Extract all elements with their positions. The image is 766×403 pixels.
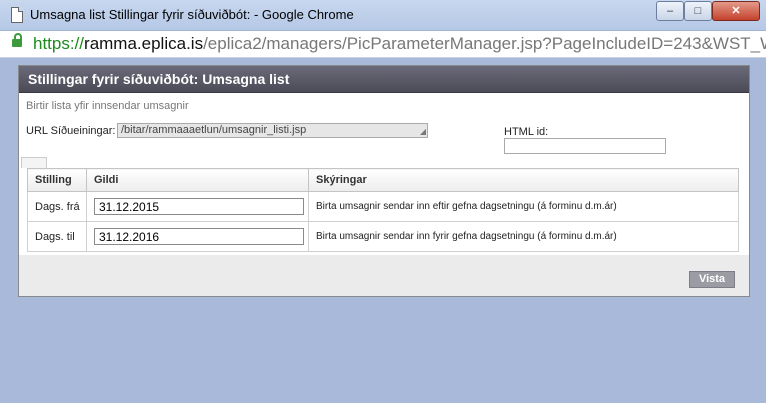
setting-value-cell (86, 221, 309, 252)
column-header-value: Gildi (86, 168, 309, 192)
url-text[interactable]: https://ramma.eplica.is/eplica2/managers… (33, 34, 766, 54)
maximize-button[interactable]: □ (684, 1, 712, 21)
dialog-header: Stillingar fyrir síðuviðbót: Umsagna lis… (19, 66, 749, 93)
settings-dialog: Stillingar fyrir síðuviðbót: Umsagna lis… (18, 65, 750, 297)
date-to-input[interactable] (94, 228, 304, 245)
column-header-setting: Stilling (27, 168, 87, 192)
setting-explanation: Birta umsagnir sendar inn fyrir gefna da… (308, 221, 739, 252)
setting-name: Dags. frá (27, 191, 87, 222)
minimize-button[interactable]: – (656, 1, 684, 21)
column-header-explanation: Skýringar (308, 168, 739, 192)
tab-strip (19, 157, 749, 168)
dialog-title: Stillingar fyrir síðuviðbót: Umsagna lis… (28, 71, 290, 87)
table-row: Dags. til Birta umsagnir sendar inn fyri… (27, 221, 739, 252)
setting-value-cell (86, 191, 309, 222)
window-titlebar: Umsagna list Stillingar fyrir síðuviðbót… (0, 0, 766, 31)
url-path: /eplica2/managers/PicParameterManager.js… (203, 34, 766, 53)
url-field[interactable]: /bitar/rammaaaetlun/umsagnir_listi.jsp ◢ (117, 123, 428, 138)
dialog-content: Birtir lista yfir innsendar umsagnir URL… (19, 93, 749, 255)
table-header-row: Stilling Gildi Skýringar (27, 168, 739, 192)
html-id-label: HTML id: (504, 126, 549, 138)
url-label: URL Síðueiningar: (26, 125, 116, 137)
setting-name: Dags. til (27, 221, 87, 252)
address-bar[interactable]: https://ramma.eplica.is/eplica2/managers… (0, 31, 766, 58)
page-icon (11, 7, 23, 23)
close-button[interactable]: ✕ (712, 1, 760, 21)
description-text: Birtir lista yfir innsendar umsagnir (26, 100, 189, 112)
html-id-field[interactable] (504, 138, 666, 154)
resize-handle-icon[interactable]: ◢ (420, 128, 426, 136)
setting-explanation: Birta umsagnir sendar inn eftir gefna da… (308, 191, 739, 222)
parameters-table: Stilling Gildi Skýringar Dags. frá Birta… (27, 168, 739, 252)
tab-parameters[interactable] (21, 157, 47, 168)
url-scheme: https:// (33, 34, 85, 53)
url-field-value: /bitar/rammaaaetlun/umsagnir_listi.jsp (121, 124, 307, 136)
lock-icon (12, 33, 22, 47)
url-host: ramma.eplica.is (84, 34, 204, 53)
date-from-input[interactable] (94, 198, 304, 215)
window-title: Umsagna list Stillingar fyrir síðuviðbót… (30, 7, 354, 22)
save-button[interactable]: Vista (689, 271, 735, 288)
table-row: Dags. frá Birta umsagnir sendar inn efti… (27, 191, 739, 222)
